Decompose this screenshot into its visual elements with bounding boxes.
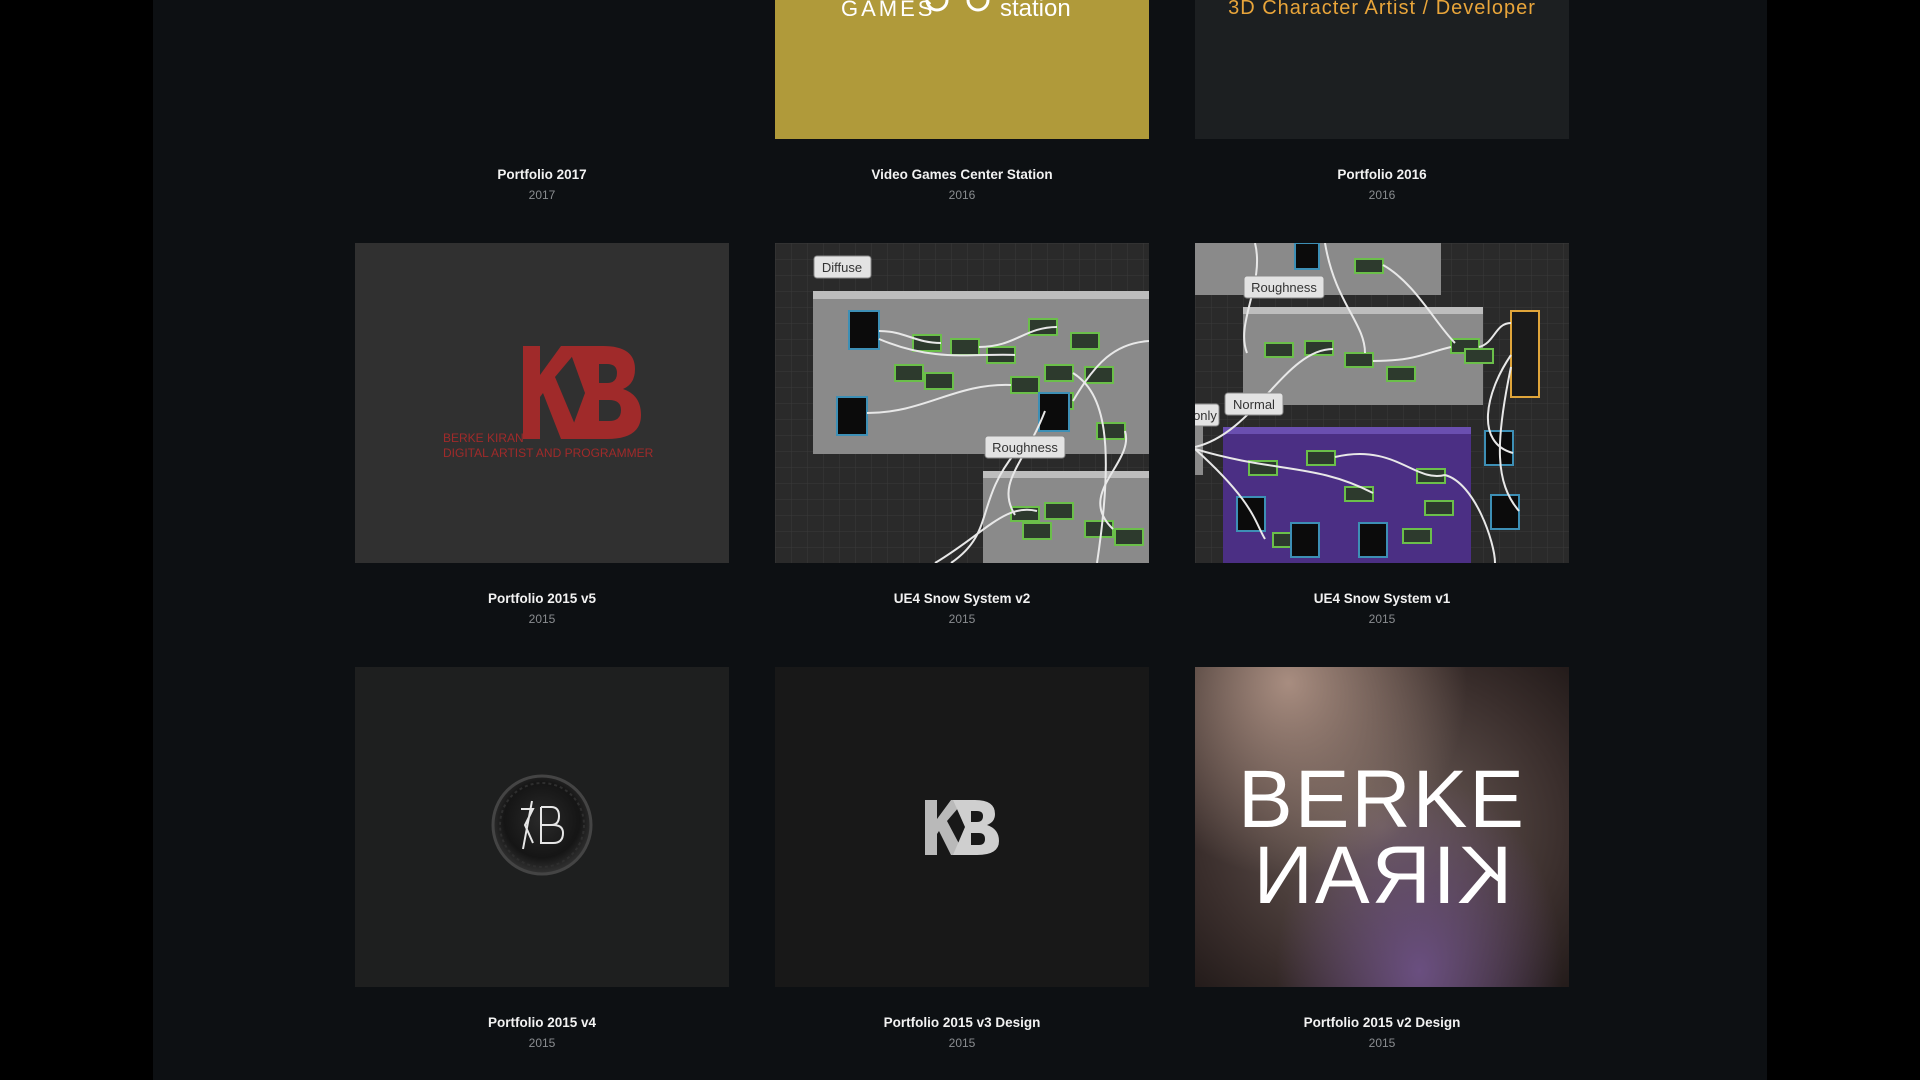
node-label-diffuse: Diffuse xyxy=(813,255,872,279)
project-thumbnail[interactable] xyxy=(355,667,729,987)
project-title[interactable]: UE4 Snow System v2 xyxy=(775,591,1149,606)
project-thumbnail[interactable] xyxy=(775,667,1149,987)
project-title[interactable]: Portfolio 2015 v3 Design xyxy=(775,1015,1149,1030)
kb-logo-icon xyxy=(523,346,641,439)
project-title[interactable]: Portfolio 2016 xyxy=(1195,167,1569,182)
thumb-text: station xyxy=(1000,0,1071,22)
project-card[interactable]: Portfolio 2015 v4 2015 xyxy=(355,667,729,1067)
svg-text:Roughness: Roughness xyxy=(992,440,1058,455)
node-label-only: only xyxy=(1195,403,1220,427)
project-card[interactable]: BERKE KIRAN DIGITAL ARTIST AND PROGRAMME… xyxy=(355,243,729,633)
portfolio-page: Portfolio 2017 2017 GAMES station Video … xyxy=(153,0,1767,1080)
project-year: 2015 xyxy=(948,612,976,626)
node-label-roughness: Roughness xyxy=(984,435,1066,459)
project-title[interactable]: Portfolio 2015 v4 xyxy=(355,1015,729,1030)
project-year: 2016 xyxy=(1368,188,1396,202)
svg-text:Diffuse: Diffuse xyxy=(822,260,862,275)
node-label-normal: Normal xyxy=(1224,392,1284,416)
svg-text:Normal: Normal xyxy=(1233,397,1275,412)
project-card[interactable]: Diffuse Roughness UE4 Snow System v2 201… xyxy=(775,243,1149,633)
project-card[interactable]: Roughness Normal only UE4 Snow System v1… xyxy=(1195,243,1569,633)
project-card[interactable]: Portfolio 2015 v3 Design 2015 xyxy=(775,667,1149,1067)
thumb-text: BERKE KIRAN xyxy=(443,431,524,445)
project-year: 2016 xyxy=(948,188,976,202)
thumb-text: GAMES xyxy=(841,0,935,21)
node-label-roughness: Roughness xyxy=(1243,275,1325,299)
project-thumbnail[interactable]: GAMES station xyxy=(775,0,1149,139)
project-title[interactable]: Video Games Center Station xyxy=(775,167,1149,182)
project-card[interactable]: GAMES station Video Games Center Station… xyxy=(775,0,1149,210)
project-thumbnail[interactable]: BERKE KIRAN xyxy=(1195,667,1569,987)
project-card[interactable]: 3D Character Artist / Developer Portfoli… xyxy=(1195,0,1569,210)
thumb-text: 3D Character Artist / Developer xyxy=(1228,0,1536,19)
thumb-text: KIRAN xyxy=(1252,830,1513,921)
project-year: 2015 xyxy=(948,1036,976,1050)
project-year: 2015 xyxy=(528,1036,556,1050)
project-thumbnail[interactable]: BERKE KIRAN DIGITAL ARTIST AND PROGRAMME… xyxy=(355,243,729,563)
svg-text:Roughness: Roughness xyxy=(1251,280,1317,295)
project-thumbnail[interactable]: Diffuse Roughness xyxy=(775,243,1149,563)
project-thumbnail[interactable] xyxy=(355,0,729,138)
thumb-text: DIGITAL ARTIST AND PROGRAMMER xyxy=(443,446,654,460)
svg-text:only: only xyxy=(1195,408,1217,423)
project-title[interactable]: Portfolio 2015 v2 Design xyxy=(1195,1015,1569,1030)
project-thumbnail[interactable]: Roughness Normal only xyxy=(1195,243,1569,563)
project-year: 2015 xyxy=(1368,1036,1396,1050)
kb-badge-icon xyxy=(491,774,593,876)
project-year: 2015 xyxy=(528,612,556,626)
project-year: 2015 xyxy=(1368,612,1396,626)
project-thumbnail[interactable]: 3D Character Artist / Developer xyxy=(1195,0,1569,139)
project-year: 2017 xyxy=(528,188,556,202)
project-title[interactable]: Portfolio 2017 xyxy=(355,167,729,182)
project-title[interactable]: Portfolio 2015 v5 xyxy=(355,591,729,606)
kb-logo-icon xyxy=(925,800,999,855)
project-card[interactable]: BERKE KIRAN Portfolio 2015 v2 Design 201… xyxy=(1195,667,1569,1067)
project-card[interactable]: Portfolio 2017 2017 xyxy=(355,0,729,210)
project-title[interactable]: UE4 Snow System v1 xyxy=(1195,591,1569,606)
